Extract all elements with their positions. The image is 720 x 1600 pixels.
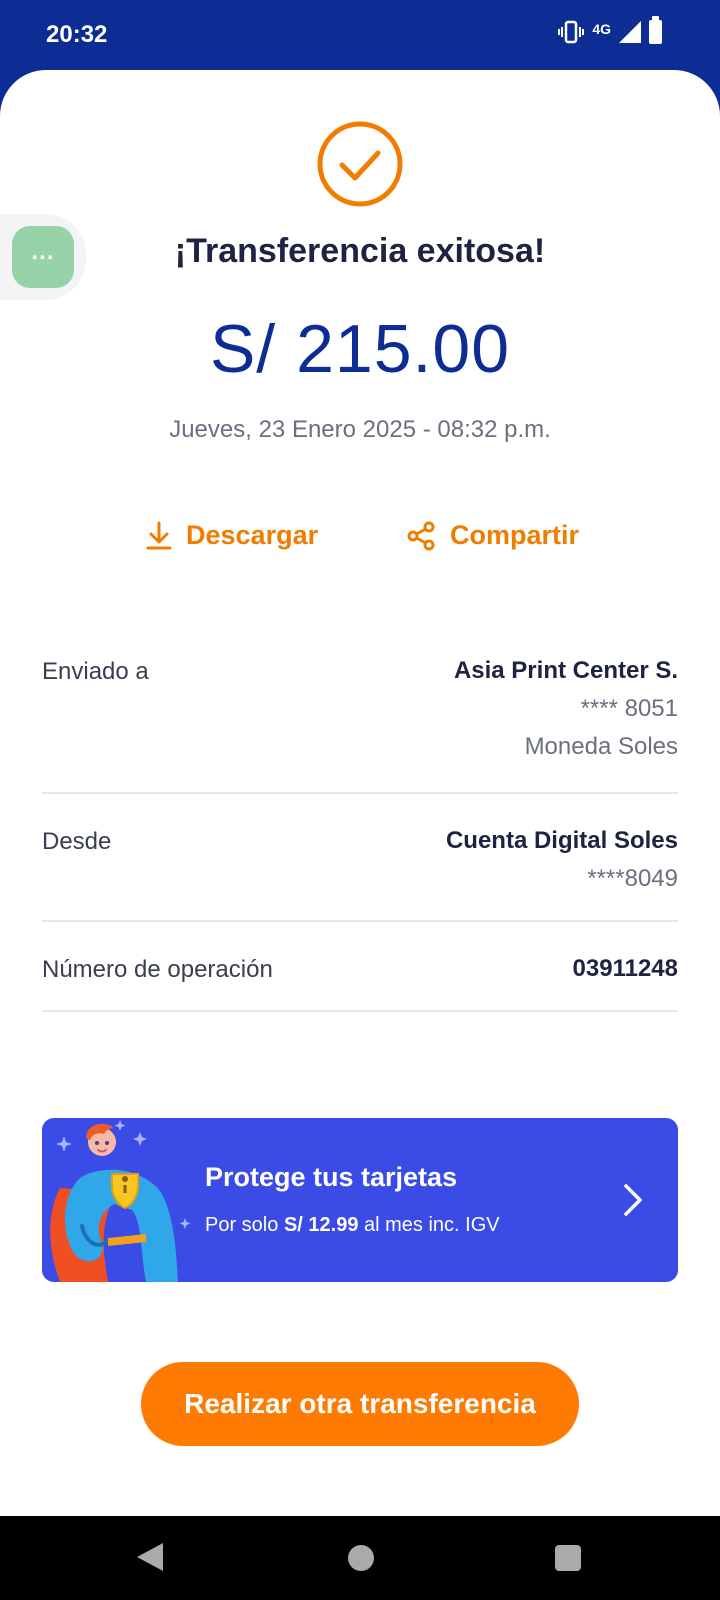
share-label: Compartir bbox=[450, 520, 580, 550]
operation-label: Número de operación bbox=[42, 956, 273, 983]
home-icon[interactable] bbox=[348, 1545, 374, 1571]
promo-subtitle-suffix: al mes inc. IGV bbox=[358, 1214, 500, 1236]
signal-icon bbox=[619, 21, 641, 43]
promo-subtitle-prefix: Por solo bbox=[205, 1214, 284, 1236]
recipient-currency: Moneda Soles bbox=[524, 733, 678, 760]
source-label: Desde bbox=[42, 828, 112, 855]
source-account-name: Cuenta Digital Soles bbox=[445, 827, 678, 854]
vibrate-icon bbox=[558, 20, 585, 44]
battery-icon bbox=[649, 16, 662, 44]
chevron-right-icon bbox=[624, 1184, 642, 1216]
source-account-number: ****8049 bbox=[587, 865, 678, 892]
status-bar: 20:32 4G bbox=[0, 0, 720, 70]
source-values: Cuenta Digital Soles ****8049 bbox=[446, 822, 678, 898]
protect-cards-banner[interactable]: Protege tus tarjetas Por solo S/ 12.99 a… bbox=[42, 1118, 678, 1282]
page-title: ¡Transferencia exitosa! bbox=[174, 232, 546, 270]
recipient-name: Asia Print Center S. bbox=[453, 657, 678, 684]
check-circle-icon bbox=[317, 121, 403, 207]
detail-row-recipient: Enviado a Asia Print Center S. **** 8051… bbox=[42, 648, 678, 794]
recipient-label: Enviado a bbox=[42, 658, 149, 685]
operation-values: 03911248 bbox=[573, 950, 678, 988]
promo-price: S/ 12.99 bbox=[283, 1214, 359, 1236]
transfer-datetime: Jueves, 23 Enero 2025 - 08:32 p.m. bbox=[169, 416, 551, 443]
new-transfer-button[interactable]: Realizar otra transferencia bbox=[141, 1362, 579, 1446]
recipient-account: **** 8051 bbox=[580, 695, 678, 722]
detail-row-source: Desde Cuenta Digital Soles ****8049 bbox=[42, 794, 678, 922]
network-type: 4G bbox=[592, 21, 611, 37]
superhero-illustration bbox=[50, 1120, 191, 1282]
status-icons: 4G bbox=[558, 16, 662, 44]
share-icon bbox=[407, 521, 435, 550]
promo-subtitle: Por solo S/ 12.99 al mes inc. IGV bbox=[205, 1214, 500, 1237]
recents-icon[interactable] bbox=[555, 1545, 581, 1571]
promo-title: Protege tus tarjetas bbox=[205, 1162, 458, 1192]
receipt-card: ... ¡Transferencia exitosa! S/ 215.00 Ju… bbox=[0, 70, 720, 1516]
download-icon bbox=[146, 521, 172, 549]
share-button[interactable]: Compartir bbox=[406, 520, 579, 551]
detail-row-operation: Número de operación 03911248 bbox=[42, 922, 678, 1012]
system-nav-bar bbox=[0, 1516, 720, 1600]
download-label: Descargar bbox=[186, 520, 319, 550]
recipient-values: Asia Print Center S. **** 8051 Moneda So… bbox=[454, 652, 678, 766]
back-icon[interactable] bbox=[137, 1543, 163, 1571]
status-time: 20:32 bbox=[46, 21, 108, 48]
download-button[interactable]: Descargar bbox=[146, 520, 318, 551]
operation-number: 03911248 bbox=[572, 955, 678, 982]
transfer-amount: S/ 215.00 bbox=[209, 311, 511, 387]
